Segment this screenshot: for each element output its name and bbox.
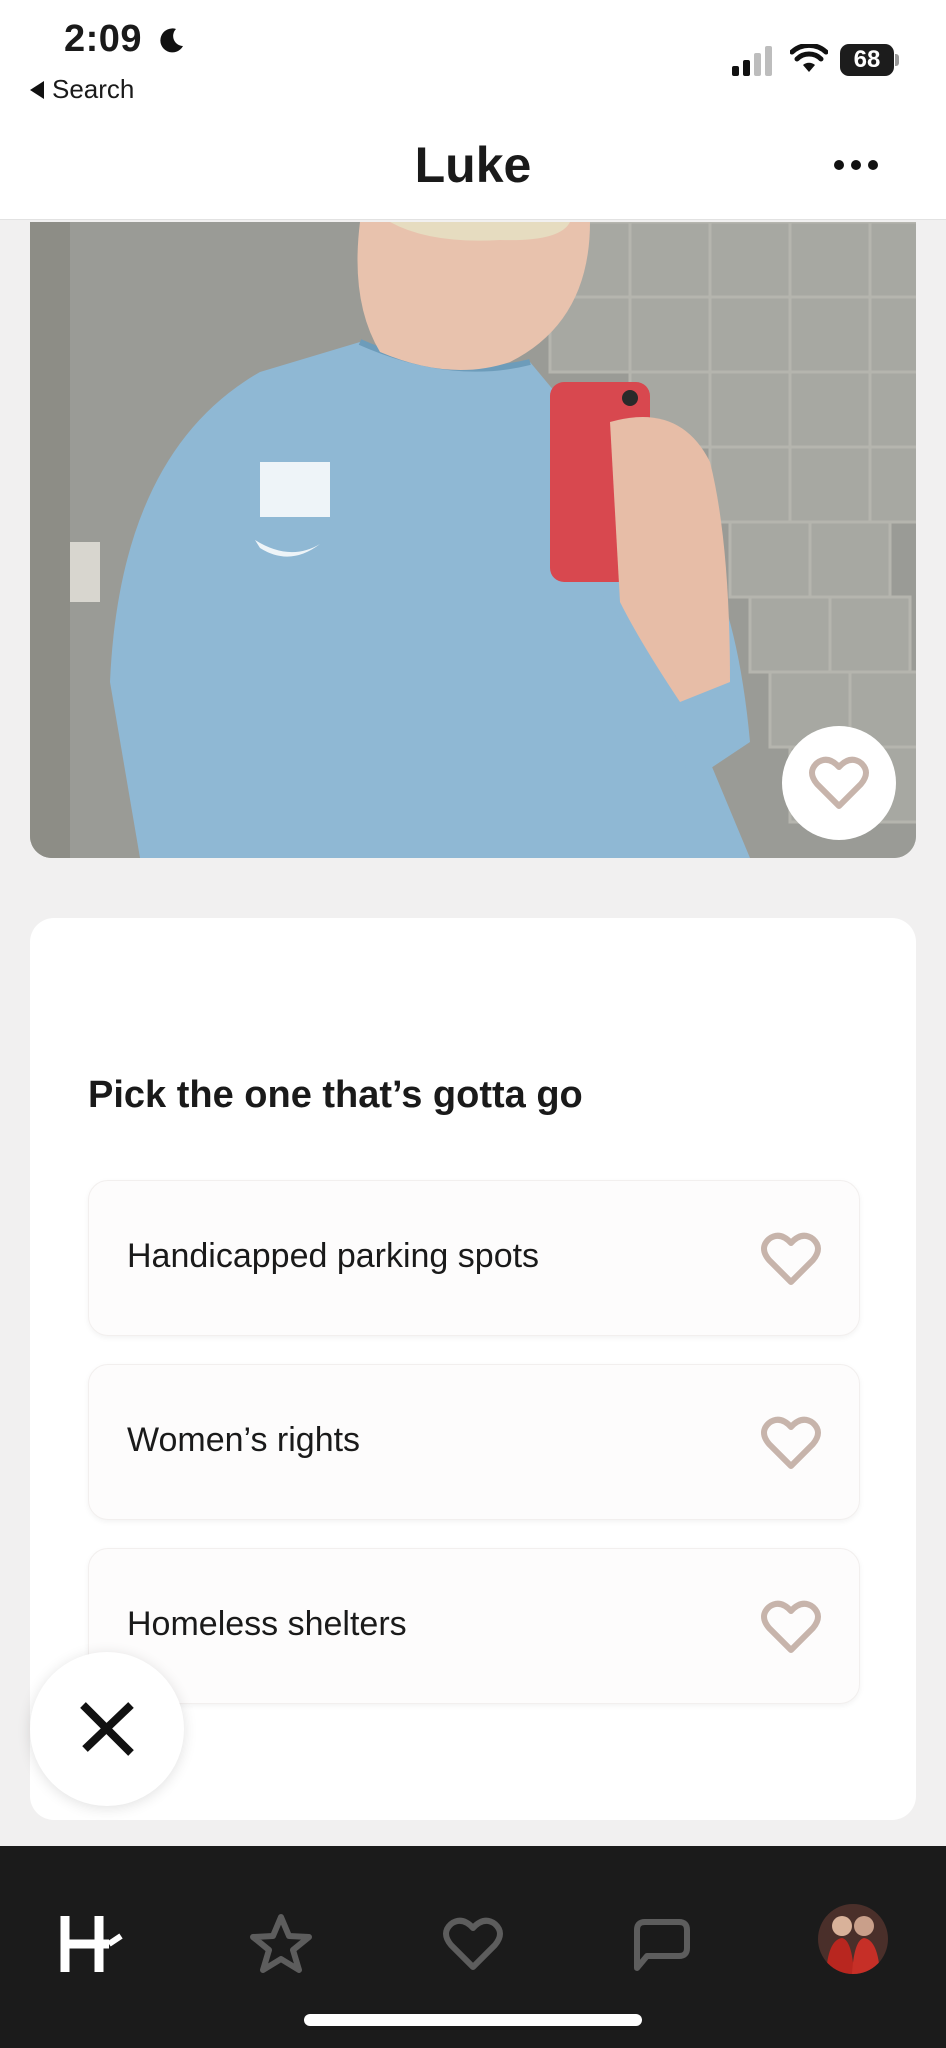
poll-option[interactable]: Women’s rights [88,1364,860,1520]
close-icon [80,1702,134,1756]
poll-option-label: Homeless shelters [127,1605,407,1643]
nav-matches[interactable] [622,1904,702,1984]
avatar [818,1904,888,1974]
battery-nub [895,54,899,66]
home-indicator[interactable] [304,2014,642,2026]
profile-name: Luke [414,137,532,193]
back-to-search-link[interactable]: Search [30,74,134,105]
dot-icon [851,160,861,170]
nav-profile-avatar[interactable] [818,1904,888,1974]
status-bar: 2:09 Search 68 [0,0,946,112]
poll-option-label: Handicapped parking spots [127,1237,540,1275]
heart-icon[interactable] [761,1599,821,1655]
status-time: 2:09 [64,18,143,60]
poll-option[interactable]: Handicapped parking spots [88,1180,860,1336]
home-logo-icon [60,1916,123,1972]
heart-icon[interactable] [761,1415,821,1471]
poll-option-label: Women’s rights [127,1421,361,1459]
heart-icon [809,756,869,809]
more-options-button[interactable] [834,160,878,170]
bottom-navigation [0,1846,946,2048]
nav-likes[interactable] [433,1904,513,1984]
signal-icon [732,46,772,76]
battery-level: 68 [840,44,894,76]
moon-icon [160,28,183,53]
dot-icon [834,160,844,170]
dot-icon [868,160,878,170]
photo-illustration [30,222,916,858]
poll-option[interactable]: Homeless shelters [88,1548,860,1704]
heart-icon [443,1917,503,1970]
star-icon [250,1914,312,1973]
skip-button[interactable] [30,1652,184,1806]
nav-standouts[interactable] [241,1904,321,1984]
profile-header: Luke [0,112,946,220]
prompt-question: Pick the one that’s gotta go [88,1074,583,1116]
battery-indicator: 68 [840,44,900,76]
wifi-icon [790,44,828,72]
back-label: Search [52,74,135,104]
chat-icon [634,1919,690,1971]
like-photo-button[interactable] [782,726,896,840]
nav-home[interactable] [52,1904,132,1984]
heart-icon[interactable] [761,1231,821,1287]
profile-photo [30,222,916,858]
back-arrow-icon [30,80,44,99]
